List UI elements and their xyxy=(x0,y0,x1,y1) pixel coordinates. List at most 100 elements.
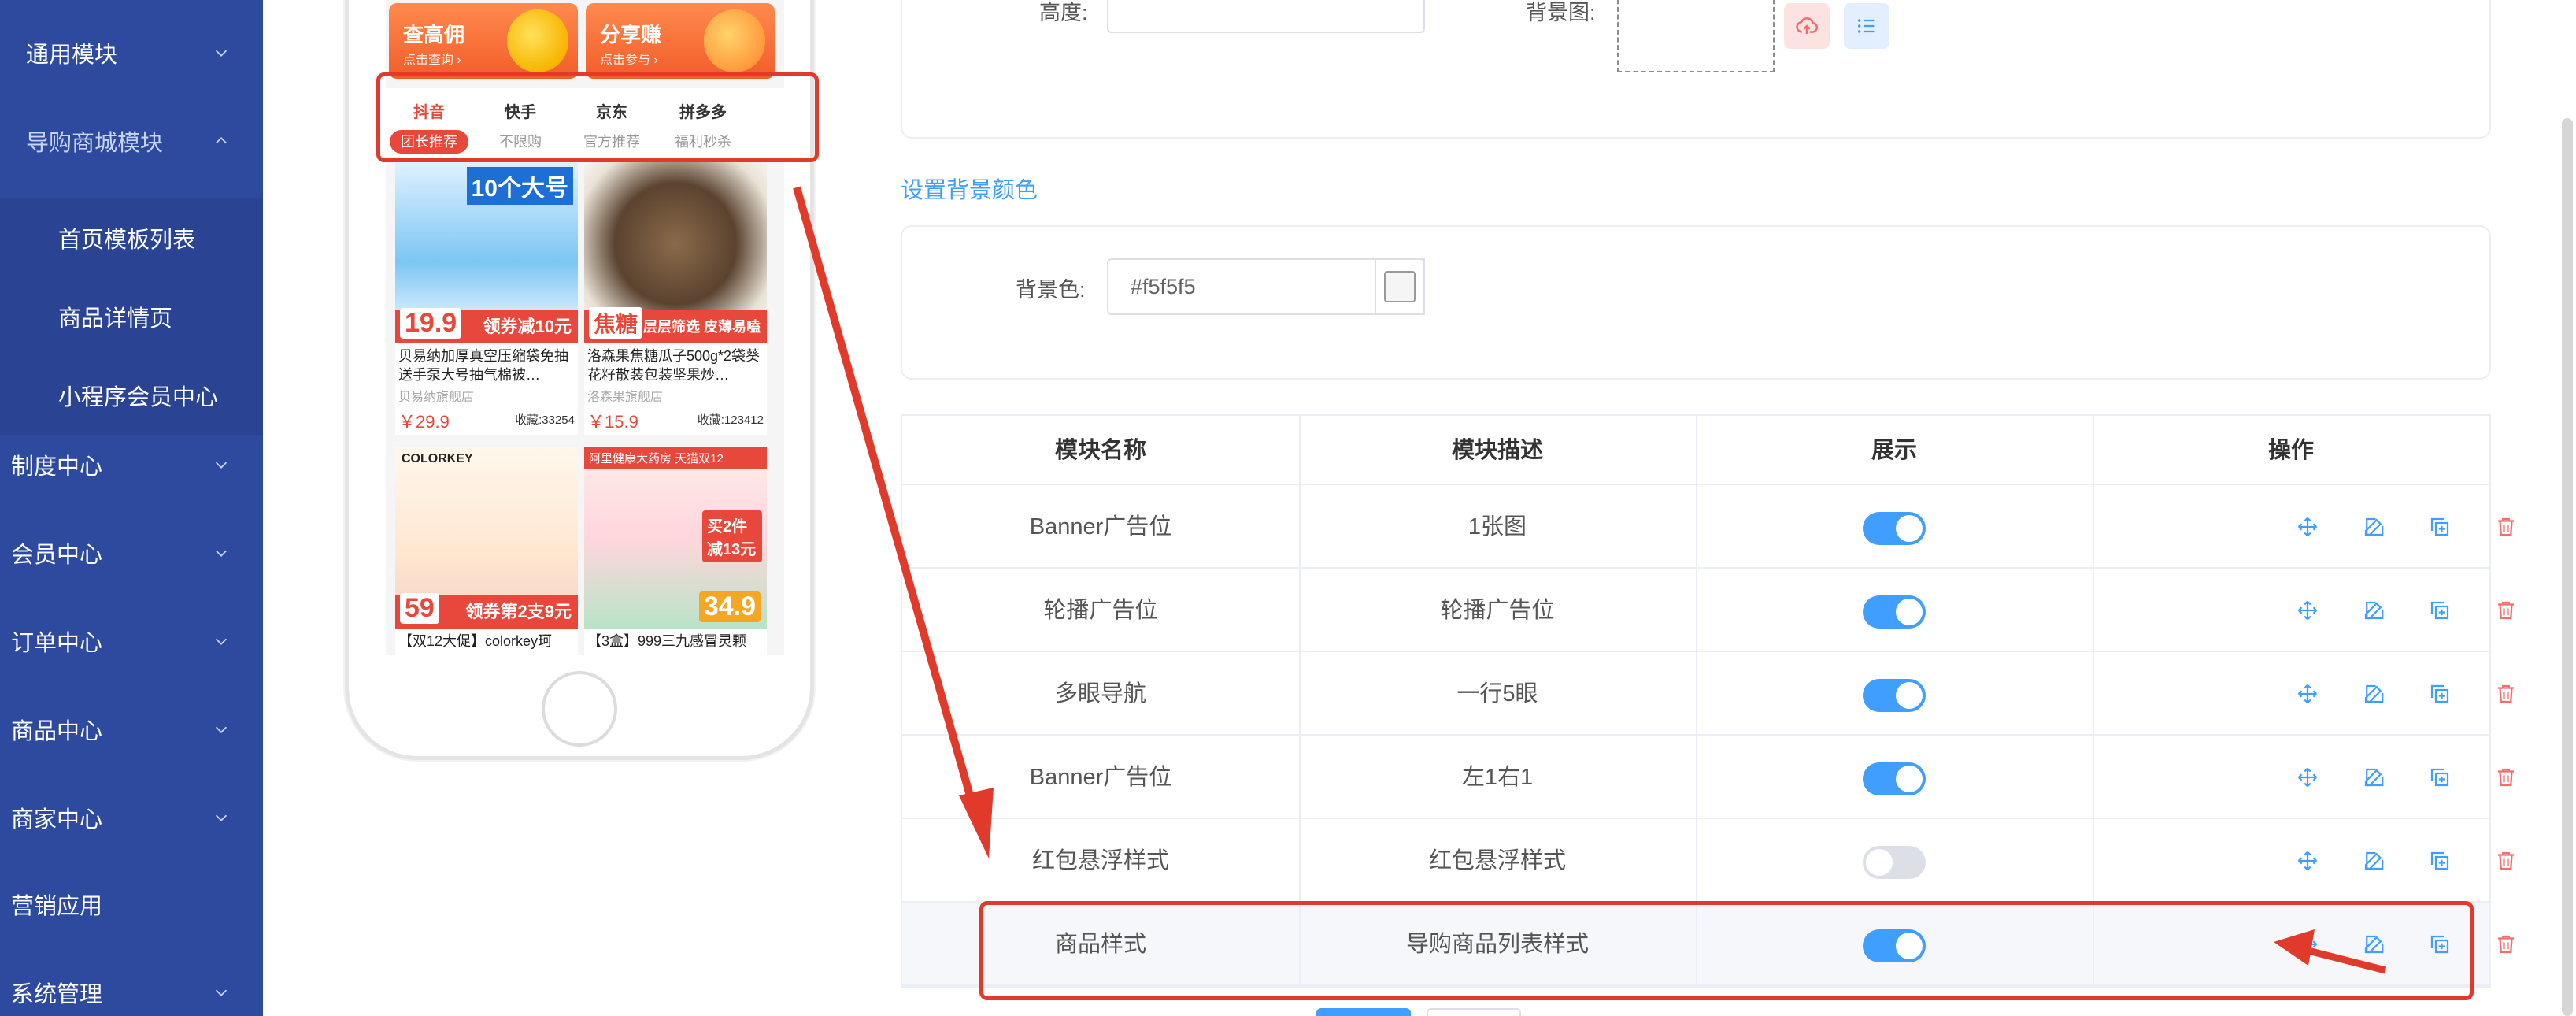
goods-price-tag: 19.9 xyxy=(400,308,462,339)
toggle-knob xyxy=(1896,766,1923,792)
edit-icon[interactable] xyxy=(2362,682,2385,706)
sidebar-item-shop-modules[interactable]: 导购商城模块 xyxy=(0,106,263,176)
sidebar-item-label: 通用模块 xyxy=(26,43,118,68)
show-toggle[interactable] xyxy=(1863,512,1926,545)
bgimage-label: 背景图: xyxy=(1526,1,1596,24)
mascot-image xyxy=(507,9,568,72)
move-icon[interactable] xyxy=(2296,599,2319,622)
module-name-cell: 红包悬浮样式 xyxy=(1031,848,1169,873)
sidebar-item-label: 订单中心 xyxy=(11,631,103,656)
column-header-actions: 操作 xyxy=(2093,416,2489,485)
sidebar-item-label: 小程序会员中心 xyxy=(58,385,219,410)
sidebar-item-goods-center[interactable]: 商品中心 xyxy=(0,690,263,769)
goods-title: 【双12大促】colorkey珂 xyxy=(398,633,553,649)
move-icon[interactable] xyxy=(2296,849,2319,873)
delete-icon[interactable] xyxy=(2494,766,2518,789)
save-button[interactable] xyxy=(1316,1008,1411,1016)
copy-icon[interactable] xyxy=(2428,515,2452,539)
sidebar-item-order-center[interactable]: 订单中心 xyxy=(0,602,263,680)
sidebar-item-system-admin[interactable]: 系统管理 xyxy=(0,953,263,1016)
toggle-knob xyxy=(1896,515,1923,542)
goods-image: 10个大号 领券减10元 19.9 xyxy=(395,162,578,343)
goods-card[interactable]: 阿里健康大药房 天猫双12 买2件减13元 34.9 【3盒】999三九感冒灵颗 xyxy=(584,447,767,655)
sidebar: 通用模块导购商城模块首页模板列表商品详情页小程序会员中心制度中心会员中心订单中心… xyxy=(0,0,263,1016)
module-desc-cell: 1张图 xyxy=(1468,514,1527,540)
goods-image-brand: COLORKEY xyxy=(402,452,473,465)
goods-favorites: 收藏:33254 xyxy=(515,413,575,427)
show-toggle[interactable] xyxy=(1863,595,1926,629)
goods-card[interactable]: 10个大号 领券减10元 19.9 贝易纳加厚真空压缩袋免抽送手泵大号抽气棉被…… xyxy=(395,162,578,435)
module-desc-cell: 一行5眼 xyxy=(1456,681,1538,706)
cancel-button[interactable] xyxy=(1427,1008,1521,1016)
sidebar-item-home-template-list[interactable]: 首页模板列表 xyxy=(0,198,263,277)
copy-icon[interactable] xyxy=(2428,682,2452,706)
chevron-down-icon xyxy=(215,50,228,57)
chevron-down-icon xyxy=(215,814,228,821)
goods-title: 贝易纳加厚真空压缩袋免抽送手泵大号抽气棉被… xyxy=(398,348,568,383)
goods-price-tag: 34.9 xyxy=(698,591,761,622)
upload-cloud-button[interactable] xyxy=(1784,3,1830,49)
chevron-down-icon xyxy=(215,726,228,733)
edit-icon[interactable] xyxy=(2362,766,2385,789)
sidebar-item-system-center[interactable]: 制度中心 xyxy=(0,425,263,504)
sidebar-item-label: 商家中心 xyxy=(11,807,103,832)
sidebar-item-label: 系统管理 xyxy=(11,982,103,1007)
image-list-button[interactable] xyxy=(1844,3,1889,49)
goods-favorites: 收藏:123412 xyxy=(697,413,764,427)
chevron-down-icon xyxy=(215,550,228,557)
toggle-knob xyxy=(1896,682,1923,709)
edit-icon[interactable] xyxy=(2362,849,2385,873)
module-desc-cell: 红包悬浮样式 xyxy=(1428,848,1566,873)
move-icon[interactable] xyxy=(2296,515,2319,539)
goods-card[interactable]: COLORKEY 领券第2支9元 59 【双12大促】colorkey珂 xyxy=(395,447,578,655)
delete-icon[interactable] xyxy=(2494,599,2518,622)
edit-icon[interactable] xyxy=(2362,515,2385,539)
goods-card[interactable]: 层层筛选 皮薄易嗑 焦糖 洛森果焦糖瓜子500g*2袋葵花籽散装包装坚果炒… 洛… xyxy=(584,162,767,435)
copy-icon[interactable] xyxy=(2428,599,2452,622)
goods-image-badge: 10个大号 xyxy=(466,167,573,205)
chevron-down-icon xyxy=(215,462,228,469)
edit-icon[interactable] xyxy=(2362,599,2385,622)
goods-shop: 洛森果旗舰店 xyxy=(587,391,664,404)
sidebar-item-label: 导购商城模块 xyxy=(26,131,164,156)
sidebar-item-marketing-apps[interactable]: 营销应用 xyxy=(0,865,263,944)
module-name-cell: Banner广告位 xyxy=(1029,514,1172,540)
delete-icon[interactable] xyxy=(2494,515,2518,539)
color-picker-trigger[interactable] xyxy=(1375,258,1425,315)
delete-icon[interactable] xyxy=(2494,933,2518,956)
sidebar-item-merchant-center[interactable]: 商家中心 xyxy=(0,778,263,857)
sidebar-item-mini-member-center[interactable]: 小程序会员中心 xyxy=(0,356,263,435)
move-icon[interactable] xyxy=(2296,766,2319,789)
annotation-box-goods-style-row xyxy=(979,901,2474,1000)
sidebar-item-label: 营销应用 xyxy=(11,894,103,919)
sidebar-item-common-modules[interactable]: 通用模块 xyxy=(0,17,263,88)
bgcolor-section-title[interactable]: 设置背景颜色 xyxy=(901,172,1038,205)
module-name-cell: Banner广告位 xyxy=(1029,765,1172,790)
page-scrollbar[interactable] xyxy=(2562,118,2573,1016)
delete-icon[interactable] xyxy=(2494,682,2518,706)
show-toggle[interactable] xyxy=(1863,679,1926,712)
goods-promo-badge: 买2件减13元 xyxy=(702,510,762,562)
show-toggle[interactable] xyxy=(1863,846,1926,879)
goods-image: COLORKEY 领券第2支9元 59 xyxy=(395,447,578,629)
height-input[interactable] xyxy=(1107,0,1425,33)
promo-card-share[interactable]: 分享赚 点击参与 › xyxy=(586,3,775,79)
column-header-desc: 模块描述 xyxy=(1299,416,1696,485)
promo-subtitle: 点击参与 › xyxy=(600,54,658,67)
sidebar-item-goods-detail-page[interactable]: 商品详情页 xyxy=(0,277,263,356)
copy-icon[interactable] xyxy=(2428,766,2452,789)
list-icon xyxy=(1857,19,1875,33)
cloud-upload-icon xyxy=(1796,17,1819,34)
promo-title: 查高佣 xyxy=(403,23,465,46)
promo-card-query[interactable]: 查高佣 点击查询 › xyxy=(389,3,578,79)
copy-icon[interactable] xyxy=(2428,849,2452,873)
delete-icon[interactable] xyxy=(2494,849,2518,873)
sidebar-item-label: 首页模板列表 xyxy=(58,228,196,253)
show-toggle[interactable] xyxy=(1863,762,1926,795)
goods-price-tag: 59 xyxy=(400,593,439,624)
bgimage-upload-area[interactable] xyxy=(1617,0,1775,72)
move-icon[interactable] xyxy=(2296,682,2319,706)
sidebar-item-member-center[interactable]: 会员中心 xyxy=(0,514,263,592)
phone-home-button xyxy=(542,671,617,747)
color-swatch xyxy=(1384,271,1416,302)
